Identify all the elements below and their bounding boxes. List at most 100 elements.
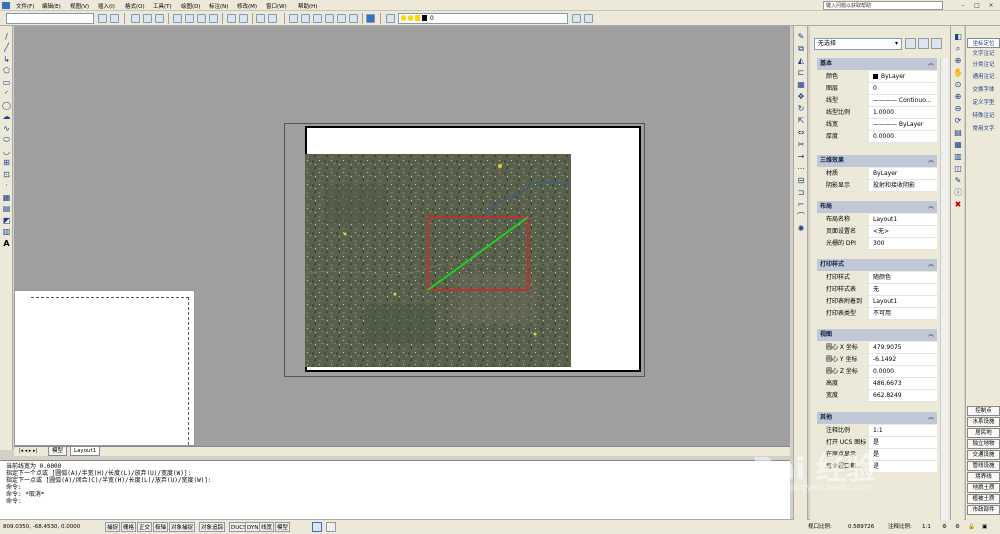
prop-row-center-z[interactable]: 圆心 Z 坐标 0.0000 [817,366,937,378]
menu-modify[interactable]: 修改(M) [237,2,257,10]
menu-insert[interactable]: 插入(I) [98,2,115,10]
menu-help[interactable]: 帮助(H) [298,2,317,10]
make-block-icon[interactable]: ⊡ [2,170,11,179]
polygon-icon[interactable]: ⬠ [2,66,11,75]
etransmit-icon[interactable] [209,14,218,23]
help-icon[interactable] [366,14,375,23]
break-at-point-icon[interactable]: ⋯ [796,164,806,173]
circle-icon[interactable]: ◯ [2,101,11,110]
prop-row-linetype-scale[interactable]: 线型比例 1.0000 [817,107,937,119]
insert-block-icon[interactable]: ⊞ [2,158,11,167]
menu-window[interactable]: 窗口(W) [266,2,287,10]
btn-residential[interactable]: 居民地 [967,428,1000,438]
ellipse-icon[interactable]: ⬭ [2,135,11,144]
zoom-extents-icon[interactable]: ⊙ [953,80,963,89]
restore-icon[interactable]: □ [972,1,982,10]
collapse-icon[interactable]: ︽ [928,201,934,213]
select-objects-icon[interactable] [918,38,929,49]
menu-dimension[interactable]: 标注(N) [209,2,228,10]
fillet-icon[interactable]: ⌒ [796,212,806,221]
prop-row-linetype[interactable]: 线型 ———— Continuo... [817,95,937,107]
preview-icon[interactable] [185,14,194,23]
otrack-toggle[interactable]: 对象追踪 [199,522,226,532]
toolbar-lock-icon[interactable]: 🔒 [968,522,975,532]
tool-palettes-icon[interactable]: ▥ [953,152,963,161]
design-center-icon[interactable] [349,14,358,23]
publish-icon[interactable] [197,14,206,23]
properties-icon[interactable] [337,14,346,23]
layer-manager-icon[interactable] [386,14,395,23]
section-basic[interactable]: 基本 ︽ [817,58,937,70]
prop-row-plot-style[interactable]: 打印样式 随颜色 [817,272,937,284]
prop-row-plot-attached[interactable]: 打印表附着到 Layout1 [817,296,937,308]
region-icon[interactable]: ◩ [2,216,11,225]
sheet-set-icon[interactable]: ◫ [953,164,963,173]
section-3d-effects[interactable]: 三维效果 ︽ [817,155,937,167]
tab-model[interactable]: 模型 [48,447,68,456]
collapse-icon[interactable]: ︽ [928,412,934,424]
point-icon[interactable]: · [2,181,11,190]
polyline-icon[interactable]: ↳ [2,55,11,64]
selection-dropdown[interactable]: 无选择 [814,38,902,50]
cut-icon[interactable] [227,14,236,23]
redo-icon[interactable] [268,14,277,23]
clean-screen-icon[interactable]: ▣ [982,522,987,532]
menu-edit[interactable]: 编辑(E) [42,2,61,10]
menu-file[interactable]: 文件(F) [16,2,34,10]
line-icon[interactable]: / [2,32,11,41]
construction-line-icon[interactable]: ╱ [2,43,11,52]
save-icon[interactable] [155,14,164,23]
satellite-image[interactable] [305,154,571,367]
pan-icon[interactable] [289,14,298,23]
prop-row-annotation-scale[interactable]: 注释比例 1:1 [817,425,937,437]
btn-text-note[interactable]: 文字注记 [967,49,1000,59]
revision-cloud-icon[interactable]: ☁ [2,112,11,121]
btn-define-font[interactable]: 定义字型 [967,98,1000,108]
mirror-icon[interactable]: ◭ [796,56,806,65]
polar-toggle[interactable]: 极轴 [153,522,169,532]
menu-draw[interactable]: 绘图(D) [181,2,201,10]
info-icon[interactable]: ⓘ [953,188,963,197]
help-search-input[interactable]: 键入问题以获取帮助 [823,1,943,10]
zoom-icon[interactable]: ⊕ [953,56,963,65]
grid-toggle[interactable]: 栅格 [121,522,137,532]
btn-vegetation[interactable]: 植被土质 [967,494,1000,504]
btn-special-note[interactable]: 特殊注记 [967,111,1000,121]
copy-object-icon[interactable]: ⧉ [796,44,806,53]
break-icon[interactable]: ⊟ [796,176,806,185]
workspace-lock-icon[interactable] [110,14,119,23]
delete-icon[interactable]: ✖ [953,200,963,209]
collapse-icon[interactable]: ︽ [928,329,934,341]
collapse-icon[interactable]: ︽ [928,155,934,167]
btn-independent-feature[interactable]: 独立地物 [967,439,1000,449]
lineweight-toggle[interactable]: 线宽 [259,522,275,532]
layer-previous-icon[interactable] [584,14,593,23]
viewport-clip-icon[interactable] [326,522,336,532]
extend-icon[interactable]: → [796,152,806,161]
viewport-maximize-icon[interactable] [312,522,322,532]
layer-dropdown[interactable]: 0 [398,13,568,24]
annotation-scale-value[interactable]: 1:1 [922,522,931,532]
section-view[interactable]: 视图 ︽ [817,329,937,341]
snap-toggle[interactable]: 捕捉 [105,522,121,532]
btn-pipeline[interactable]: 管线设施 [967,461,1000,471]
btn-coordinate-locate[interactable]: 坐标定位 [967,38,1000,48]
prop-row-width[interactable]: 宽度 662.8249 [817,390,937,402]
workspace-dropdown[interactable] [6,13,94,24]
command-line[interactable]: 当前线宽为 0.0000 指定下一个点或 [圆弧(A)/半宽(H)/长度(L)/… [0,460,790,519]
secondary-viewport[interactable] [14,290,195,446]
rotate-icon[interactable]: ↻ [796,104,806,113]
tab-nav-arrows[interactable]: |◂ ◂ ▸ ▸| [16,447,46,456]
stretch-icon[interactable]: ⇔ [796,128,806,137]
pan-hand-icon[interactable]: ✋ [953,68,963,77]
prop-row-center-x[interactable]: 圆心 X 坐标 479.9075 [817,342,937,354]
section-plot-style[interactable]: 打印样式 ︽ [817,259,937,271]
command-input[interactable]: 命令: [6,498,784,505]
tab-layout1[interactable]: Layout1 [70,447,101,456]
ellipse-arc-icon[interactable]: ◡ [2,147,11,156]
search-icon[interactable]: ⌕ [953,44,963,53]
arc-icon[interactable]: ◜ [2,89,11,98]
erase-icon[interactable]: ✎ [796,32,806,41]
btn-boundary[interactable]: 境界线 [967,472,1000,482]
menu-tools[interactable]: 工具(T) [153,2,172,10]
